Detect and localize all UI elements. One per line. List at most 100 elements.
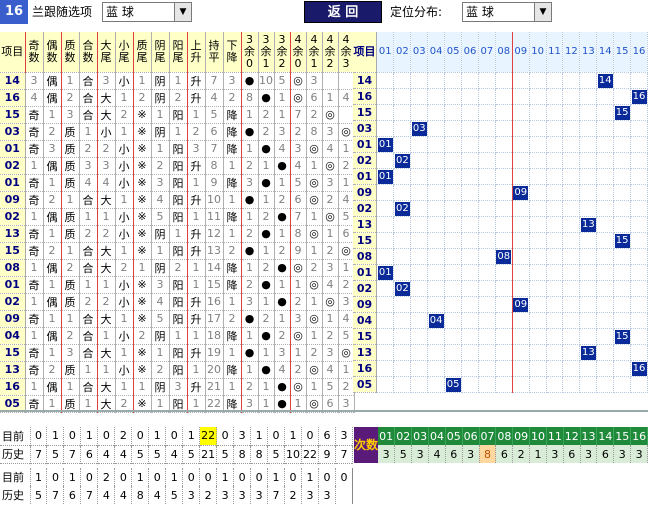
position-cell — [529, 184, 547, 201]
table-row: 03 奇 2 质 1 小 1 ※ 阴 1 2 6 降 ● 2 3 2 8 3 ◎ — [0, 123, 355, 141]
ball-marker: 02 — [394, 201, 410, 215]
position-cell — [546, 152, 564, 169]
pick-option-select[interactable]: 蓝 球 ▼ — [102, 2, 192, 22]
position-cell — [613, 344, 632, 361]
table-row: 01 — [377, 264, 648, 281]
position-cell — [596, 216, 615, 233]
back-button[interactable]: 返 回 — [304, 1, 382, 23]
data-cell: 18 — [205, 327, 224, 345]
table-row: 09 奇 2 1 合大 1 ※ 4 阳升 10 1 ● 1 2 6 ◎ 2 4 — [0, 191, 355, 209]
chevron-down-icon[interactable]: ▼ — [534, 3, 551, 21]
position-cell — [461, 344, 479, 361]
summary-cell: 3 — [182, 486, 201, 504]
position-cell — [478, 216, 496, 233]
data-cell: 大 — [97, 191, 116, 209]
data-cell: 质 — [61, 361, 80, 379]
data-cell: ※ — [133, 123, 152, 141]
cishu-number: 04 — [428, 427, 446, 445]
position-cell — [613, 88, 632, 105]
position-cell — [579, 120, 598, 137]
ball-marker: 01 — [377, 169, 393, 183]
data-cell: 6 — [290, 191, 307, 209]
position-cell — [427, 72, 446, 89]
data-cell: 偶 — [43, 327, 62, 345]
position-cell — [410, 152, 429, 169]
position-cell — [444, 184, 463, 201]
data-cell: 6 — [338, 225, 355, 243]
position-cell — [562, 88, 581, 105]
data-cell: 2 — [115, 259, 134, 277]
issue-cell: 04 — [0, 327, 26, 345]
position-cell — [546, 136, 564, 153]
data-cell: 升 — [187, 191, 206, 209]
data-cell: 偶 — [43, 208, 62, 226]
data-cell: 1 — [115, 344, 134, 362]
table-row: 09 — [377, 296, 648, 313]
data-cell: 2 — [97, 140, 116, 158]
summary-cell: 8 — [233, 445, 252, 463]
left-header-cell: 小尾 — [115, 32, 134, 73]
position-cell — [529, 136, 547, 153]
data-cell: 1 — [241, 327, 259, 345]
data-cell: 2 — [61, 89, 80, 107]
table-row: 13 — [377, 216, 648, 233]
left-header-cell: 偶数 — [43, 32, 62, 73]
summary-cell: 22 — [199, 427, 218, 445]
table-row: 01 奇 1 质 1 1 小 ※ 3 阳 1 15 降 2 ● 1 1 ◎ 4 2 — [0, 276, 355, 294]
position-cell — [377, 344, 395, 361]
position-cell — [512, 104, 530, 121]
distribution-select[interactable]: 蓝 球 ▼ — [462, 2, 552, 22]
position-cell — [478, 136, 496, 153]
table-row: 02 1 偶质 2 2 小 ※ 4 阳升 16 1 3 1 ● 2 1 ◎ 3 — [0, 293, 355, 311]
summary-cell: 5 — [216, 445, 235, 463]
position-cell — [512, 216, 530, 233]
position-cell — [427, 168, 446, 185]
data-cell: 1 — [290, 276, 307, 294]
data-cell: 3 — [79, 157, 98, 175]
position-cell — [444, 312, 463, 329]
table-row: 09 奇 1 1 合大 1 ※ 5 阳升 17 2 ● 2 1 3 ◎ 1 4 — [0, 310, 355, 328]
data-cell: ◎ — [338, 123, 355, 141]
issue-cell: 01 — [0, 276, 26, 294]
data-cell: 1 — [79, 276, 98, 294]
table-row: 01 — [377, 168, 648, 185]
position-cell — [512, 344, 530, 361]
data-cell: 合 — [79, 378, 98, 396]
position-cell — [478, 360, 496, 377]
position-cell — [393, 232, 412, 249]
data-cell: 3 — [322, 344, 339, 362]
position-cell — [512, 120, 530, 137]
position-cell — [596, 104, 615, 121]
position-cell — [562, 200, 581, 217]
summary-cell: 3 — [301, 486, 319, 504]
position-cell — [596, 360, 615, 377]
data-cell: 奇 — [25, 344, 44, 362]
position-cell — [410, 88, 429, 105]
position-cell — [579, 232, 598, 249]
data-cell: 8 — [241, 89, 259, 107]
data-cell: 小 — [115, 174, 134, 192]
position-cell — [377, 328, 395, 345]
position-cell: 08 — [495, 248, 513, 265]
issue-cell: 03 — [353, 120, 377, 137]
summary-table-top: 目前 0 1 0 1 0 2 0 1 0 1 22 0 3 1 0 1 0 6 3 历史 7 5 7 6 4 4 5 5 4 5 21 5 8 8 5… — [0, 427, 354, 464]
data-cell: 1 — [241, 106, 259, 124]
position-cell — [427, 136, 446, 153]
data-cell: 合 — [79, 191, 98, 209]
data-cell: 2 — [290, 361, 307, 379]
position-cell — [393, 216, 412, 233]
data-cell: ※ — [133, 174, 152, 192]
chevron-down-icon[interactable]: ▼ — [174, 3, 191, 21]
data-cell: 3 — [274, 123, 291, 141]
position-cell — [579, 136, 598, 153]
summary-cell: 6 — [80, 445, 99, 463]
data-cell: 1 — [322, 310, 339, 328]
issue-cell: 02 — [353, 200, 377, 217]
position-cell — [495, 264, 513, 281]
position-cell — [427, 248, 446, 265]
position-cell — [444, 328, 463, 345]
position-cell — [393, 328, 412, 345]
summary-cell: 1 — [216, 468, 235, 486]
table-row: 13 — [377, 344, 648, 361]
data-cell: 阳 — [169, 191, 188, 209]
